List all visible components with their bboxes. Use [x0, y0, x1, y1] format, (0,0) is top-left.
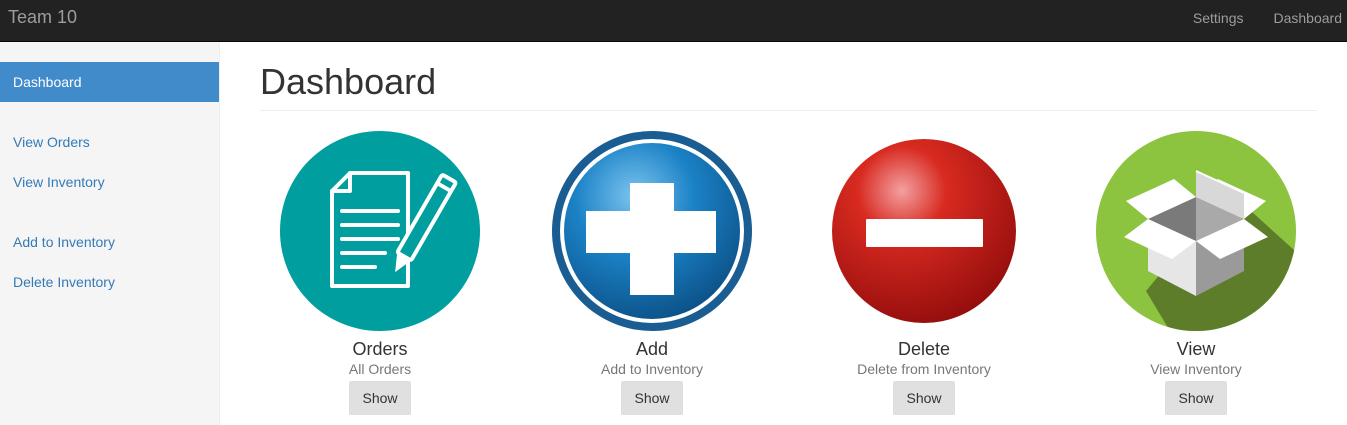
- sidebar-item-delete-inventory[interactable]: Delete Inventory: [0, 262, 219, 302]
- brand-link[interactable]: Team 10: [8, 7, 77, 27]
- add-show-button[interactable]: Show: [621, 381, 683, 415]
- top-navbar: Team 10 Settings Dashboard: [0, 0, 1347, 42]
- tile-view-title: View: [1176, 339, 1216, 359]
- sidebar-group-view: View Orders View Inventory: [0, 122, 219, 202]
- sidebar: Dashboard View Orders View Inventory Add…: [0, 42, 220, 425]
- nav-dashboard-link[interactable]: Dashboard: [1259, 0, 1343, 42]
- delete-show-button[interactable]: Show: [893, 381, 955, 415]
- document-pencil-icon[interactable]: [280, 131, 480, 331]
- orders-show-button[interactable]: Show: [349, 381, 411, 415]
- sidebar-group-main: Dashboard: [0, 62, 219, 102]
- page-title: Dashboard: [260, 62, 1317, 111]
- nav-settings-link[interactable]: Settings: [1178, 0, 1259, 42]
- sidebar-group-edit: Add to Inventory Delete Inventory: [0, 222, 219, 302]
- tile-orders-subtitle: All Orders: [348, 361, 412, 377]
- box-icon[interactable]: [1096, 131, 1296, 331]
- tile-add-subtitle: Add to Inventory: [601, 361, 703, 377]
- tile-delete-subtitle: Delete from Inventory: [857, 361, 991, 377]
- sidebar-item-view-orders[interactable]: View Orders: [0, 122, 219, 162]
- tile-delete-title: Delete: [897, 339, 951, 359]
- view-show-button[interactable]: Show: [1165, 381, 1227, 415]
- sidebar-item-dashboard[interactable]: Dashboard: [0, 62, 219, 102]
- navbar-right-links: Settings Dashboard: [1178, 0, 1342, 42]
- tile-delete: Delete Delete from Inventory Show: [804, 131, 1044, 415]
- main-content: Dashboard Orders All Orders Show Add Add…: [260, 42, 1317, 425]
- tile-view-subtitle: View Inventory: [1150, 361, 1242, 377]
- dashboard-tiles: Orders All Orders Show Add Add to Invent…: [260, 111, 1317, 425]
- minus-icon[interactable]: [824, 131, 1024, 331]
- tile-add: Add Add to Inventory Show: [532, 131, 772, 415]
- tile-add-title: Add: [635, 339, 669, 359]
- sidebar-item-add-to-inventory[interactable]: Add to Inventory: [0, 222, 219, 262]
- plus-icon[interactable]: [552, 131, 752, 331]
- tile-view: View View Inventory Show: [1076, 131, 1316, 415]
- tile-orders: Orders All Orders Show: [260, 131, 500, 415]
- tile-orders-title: Orders: [352, 339, 408, 359]
- sidebar-item-view-inventory[interactable]: View Inventory: [0, 162, 219, 202]
